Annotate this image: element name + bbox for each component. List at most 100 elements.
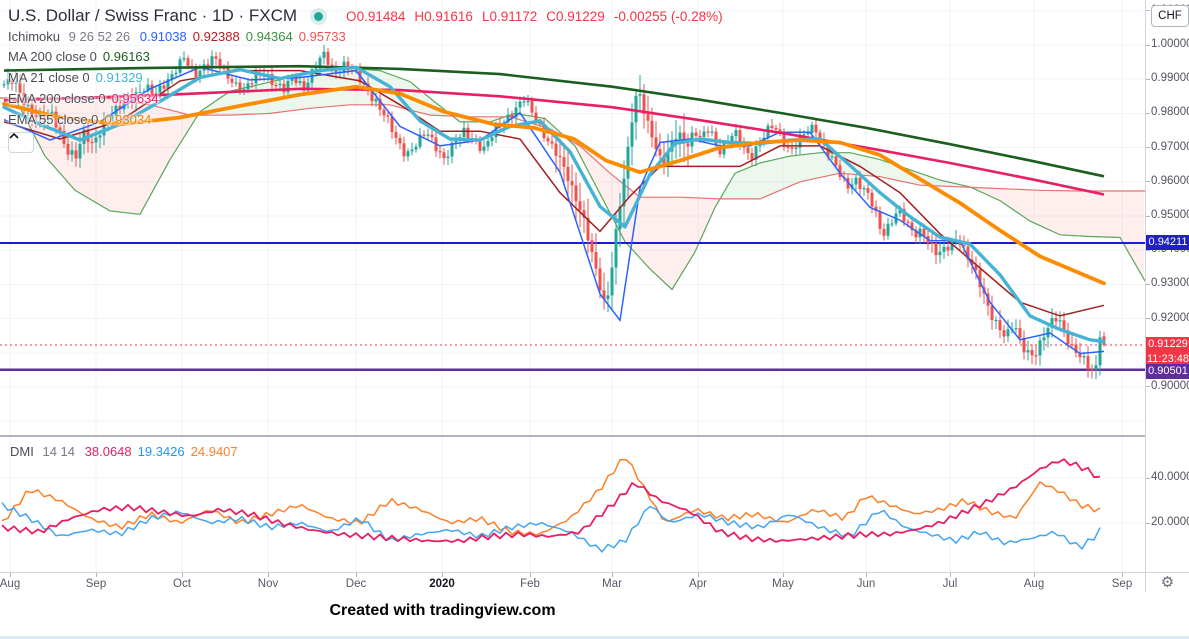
time-tick-mark bbox=[182, 573, 183, 577]
overlay-label: MA 200 close 0 bbox=[8, 49, 97, 64]
price-tick-label: 0.90000 bbox=[1151, 380, 1189, 392]
price-tick-mark bbox=[1146, 181, 1150, 182]
dmi-value: 19.3426 bbox=[137, 444, 185, 459]
dmi-legend-row[interactable]: DMI 14 14 38.0648 19.3426 24.9407 bbox=[10, 444, 238, 459]
open-value: O0.91484 bbox=[346, 8, 406, 24]
dmi-value: 24.9407 bbox=[190, 444, 238, 459]
ichimoku-value: 0.94364 bbox=[245, 29, 293, 44]
price-pane[interactable] bbox=[0, 0, 1145, 435]
dmi-tick-mark bbox=[1146, 523, 1150, 524]
time-tick-mark bbox=[356, 573, 357, 577]
time-label: Sep bbox=[1111, 578, 1133, 590]
price-tick-mark bbox=[1146, 10, 1150, 11]
time-label: Nov bbox=[257, 578, 279, 590]
ichimoku-name: Ichimoku bbox=[8, 29, 61, 44]
price-axis[interactable]: 1.010001.000000.990000.980000.970000.960… bbox=[1146, 0, 1189, 572]
overlay-value: 0.96163 bbox=[102, 49, 150, 64]
ichimoku-value: 0.92388 bbox=[192, 29, 240, 44]
overlay-label: EMA 200 close 0 bbox=[8, 91, 106, 106]
time-tick-mark bbox=[866, 573, 867, 577]
symbol-status-row: U.S. Dollar / Swiss Franc · 1D · FXCM O0… bbox=[8, 6, 723, 26]
price-level-label: 0.91229 bbox=[1146, 337, 1189, 353]
price-tick-label: 0.97000 bbox=[1151, 140, 1189, 153]
dmi-tick-label: 20.0000 bbox=[1151, 516, 1189, 528]
dmi-value: 38.0648 bbox=[84, 444, 132, 459]
price-tick-label: 0.92000 bbox=[1151, 311, 1189, 324]
dmi-params: 14 14 bbox=[42, 444, 76, 459]
price-level-label: 0.94211 bbox=[1146, 235, 1189, 251]
overlay-label: EMA 55 close 0 bbox=[8, 112, 99, 127]
time-tick-mark bbox=[698, 573, 699, 577]
dmi-tick-mark bbox=[1146, 478, 1150, 479]
time-label: Aug bbox=[1023, 578, 1045, 590]
time-label: Jul bbox=[942, 578, 958, 590]
chevron-up-icon bbox=[9, 133, 19, 139]
time-tick-mark bbox=[783, 573, 784, 577]
currency-toggle-button[interactable]: CHF bbox=[1151, 5, 1189, 27]
ichimoku-params: 9 26 52 26 bbox=[68, 29, 131, 44]
axis-settings-button[interactable]: ⚙ bbox=[1146, 573, 1189, 592]
symbol-title[interactable]: U.S. Dollar / Swiss Franc · 1D · FXCM bbox=[8, 6, 297, 26]
time-label: Mar bbox=[602, 578, 622, 590]
price-tick-mark bbox=[1146, 284, 1150, 285]
credit-text: Created with tradingview.com bbox=[329, 602, 556, 619]
price-level-label: 0.90501 bbox=[1146, 364, 1189, 380]
time-tick-mark bbox=[10, 573, 11, 577]
time-label: 2020 bbox=[429, 578, 455, 590]
ichimoku-legend-row[interactable]: Ichimoku 9 26 52 26 0.91038 0.92388 0.9436… bbox=[8, 29, 346, 44]
price-tick-mark bbox=[1146, 386, 1150, 387]
time-label: Apr bbox=[689, 578, 707, 590]
dmi-tick-label: 40.0000 bbox=[1151, 471, 1189, 483]
tradingview-chart-page: { "header": { "title_full": "U.S. Dollar… bbox=[0, 0, 1189, 639]
time-label: Aug bbox=[0, 578, 21, 590]
price-tick-mark bbox=[1146, 216, 1150, 217]
price-tick-label: 1.00000 bbox=[1151, 38, 1189, 50]
time-label: Feb bbox=[520, 578, 540, 590]
time-tick-mark bbox=[268, 573, 269, 577]
time-tick-mark bbox=[1122, 573, 1123, 577]
price-tick-label: 0.93000 bbox=[1151, 277, 1189, 290]
price-tick-mark bbox=[1146, 318, 1150, 319]
price-tick-label: 0.98000 bbox=[1151, 106, 1189, 119]
price-tick-label: 0.95000 bbox=[1151, 209, 1189, 221]
close-value: C0.91229 bbox=[546, 8, 605, 24]
time-tick-mark bbox=[950, 573, 951, 577]
ichimoku-value: 0.91038 bbox=[139, 29, 187, 44]
price-tick-mark bbox=[1146, 79, 1150, 80]
currency-label: CHF bbox=[1158, 10, 1182, 22]
time-label: May bbox=[772, 578, 794, 590]
overlay-legend-row[interactable]: MA 21 close 0 0.91329 bbox=[8, 70, 143, 85]
time-label: Jun bbox=[856, 578, 876, 590]
time-axis[interactable]: Aug Sep Oct Nov Dec 2020 Feb Mar Apr May Jun Jul Aug… bbox=[0, 572, 1189, 593]
overlay-value: 0.91329 bbox=[95, 70, 143, 85]
market-status-icon[interactable] bbox=[314, 11, 324, 21]
price-tick-mark bbox=[1146, 113, 1150, 114]
time-label: Sep bbox=[85, 578, 107, 590]
price-tick-label: 0.96000 bbox=[1151, 174, 1189, 187]
time-label: Dec bbox=[345, 578, 367, 590]
price-tick-mark bbox=[1146, 147, 1150, 148]
time-tick-mark bbox=[612, 573, 613, 577]
overlay-value: 0.93034 bbox=[104, 112, 152, 127]
overlay-value: 0.95634 bbox=[111, 91, 159, 106]
overlay-legend-row[interactable]: MA 200 close 0 0.96163 bbox=[8, 49, 150, 64]
time-tick-mark bbox=[530, 573, 531, 577]
low-value: L0.91172 bbox=[481, 8, 538, 24]
time-tick-mark bbox=[442, 573, 443, 577]
gear-icon: ⚙ bbox=[1160, 573, 1175, 591]
price-tick-mark bbox=[1146, 45, 1150, 46]
collapse-legend-button[interactable] bbox=[8, 132, 34, 153]
ichimoku-value: 0.95733 bbox=[298, 29, 346, 44]
change-value: -0.00255 (-0.28%) bbox=[613, 8, 723, 24]
ohlc-values: O0.91484 H0.91616 L0.91172 C0.91229 -0.0… bbox=[346, 9, 723, 24]
time-tick-mark bbox=[1034, 573, 1035, 577]
time-label: Oct bbox=[173, 578, 191, 590]
price-tick-label: 0.99000 bbox=[1151, 72, 1189, 85]
high-value: H0.91616 bbox=[414, 8, 473, 24]
overlay-legend-row[interactable]: EMA 200 close 0 0.95634 bbox=[8, 91, 159, 106]
time-tick-mark bbox=[96, 573, 97, 577]
overlay-label: MA 21 close 0 bbox=[8, 70, 90, 85]
ichimoku-values: 0.91038 0.92388 0.94364 0.95733 bbox=[134, 29, 346, 44]
overlay-legend-row[interactable]: EMA 55 close 0 0.93034 bbox=[8, 112, 151, 127]
dmi-values: 38.0648 19.3426 24.9407 bbox=[79, 444, 238, 459]
